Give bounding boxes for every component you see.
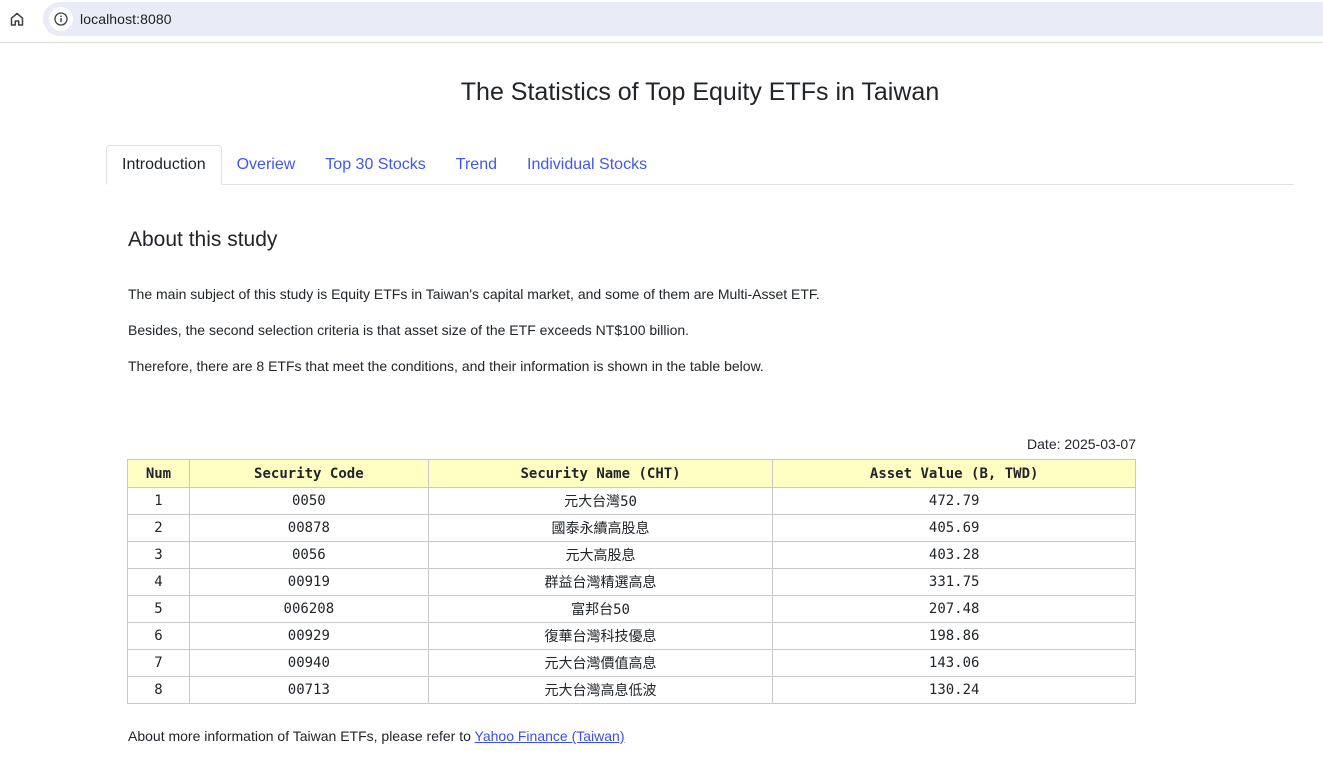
etf-table: Num Security Code Security Name (CHT) As… xyxy=(127,459,1136,704)
cell-code: 00929 xyxy=(188,622,429,650)
tab-individual-stocks[interactable]: Individual Stocks xyxy=(512,145,662,184)
header-security-name: Security Name (CHT) xyxy=(427,459,774,488)
cell-num: 6 xyxy=(127,622,190,650)
header-num: Num xyxy=(127,459,190,488)
table-row: 8 00713 元大台灣高息低波 130.24 xyxy=(127,676,1136,704)
footer-note-text: About more information of Taiwan ETFs, p… xyxy=(128,728,475,744)
cell-value: 143.06 xyxy=(772,649,1136,677)
cell-value: 198.86 xyxy=(772,622,1136,650)
section-heading: About this study xyxy=(128,228,278,251)
cell-name: 元大台灣50 xyxy=(427,487,774,515)
cell-num: 5 xyxy=(127,595,190,623)
home-icon xyxy=(10,12,24,26)
cell-code: 00878 xyxy=(188,514,429,542)
cell-code: 0050 xyxy=(188,487,429,515)
cell-name: 國泰永續高股息 xyxy=(427,514,774,542)
address-bar[interactable]: localhost:8080 xyxy=(43,2,1323,36)
cell-num: 3 xyxy=(127,541,190,569)
cell-num: 8 xyxy=(127,676,190,704)
cell-value: 405.69 xyxy=(772,514,1136,542)
table-row: 1 0050 元大台灣50 472.79 xyxy=(127,487,1136,515)
browser-toolbar: localhost:8080 xyxy=(0,0,1323,43)
tab-introduction[interactable]: Introduction xyxy=(106,145,222,185)
table-date: Date: 2025-03-07 xyxy=(1027,436,1136,452)
tab-trend[interactable]: Trend xyxy=(441,145,512,184)
table-row: 3 0056 元大高股息 403.28 xyxy=(127,541,1136,569)
footer-note: About more information of Taiwan ETFs, p… xyxy=(128,728,624,744)
cell-value: 130.24 xyxy=(772,676,1136,704)
info-icon[interactable] xyxy=(49,7,73,31)
cell-name: 元大台灣價值高息 xyxy=(427,649,774,677)
table-row: 4 00919 群益台灣精選高息 331.75 xyxy=(127,568,1136,596)
table-row: 5 006208 富邦台50 207.48 xyxy=(127,595,1136,623)
yahoo-finance-link[interactable]: Yahoo Finance (Taiwan) xyxy=(475,728,625,744)
cell-name: 群益台灣精選高息 xyxy=(427,568,774,596)
cell-name: 元大高股息 xyxy=(427,541,774,569)
cell-name: 復華台灣科技優息 xyxy=(427,622,774,650)
table-row: 6 00929 復華台灣科技優息 198.86 xyxy=(127,622,1136,650)
intro-paragraph-1: The main subject of this study is Equity… xyxy=(128,286,820,302)
table-header-row: Num Security Code Security Name (CHT) As… xyxy=(127,459,1136,488)
url-text[interactable]: localhost:8080 xyxy=(80,11,172,27)
cell-code: 0056 xyxy=(188,541,429,569)
cell-num: 7 xyxy=(127,649,190,677)
cell-code: 00919 xyxy=(188,568,429,596)
cell-code: 00713 xyxy=(188,676,429,704)
intro-paragraph-3: Therefore, there are 8 ETFs that meet th… xyxy=(128,358,764,374)
cell-code: 00940 xyxy=(188,649,429,677)
cell-name: 元大台灣高息低波 xyxy=(427,676,774,704)
cell-code: 006208 xyxy=(188,595,429,623)
header-security-code: Security Code xyxy=(188,459,429,488)
header-asset-value: Asset Value (B, TWD) xyxy=(772,459,1136,488)
cell-num: 1 xyxy=(127,487,190,515)
cell-num: 4 xyxy=(127,568,190,596)
cell-value: 331.75 xyxy=(772,568,1136,596)
cell-name: 富邦台50 xyxy=(427,595,774,623)
page-title: The Statistics of Top Equity ETFs in Tai… xyxy=(460,78,940,106)
tab-top-30-stocks[interactable]: Top 30 Stocks xyxy=(310,145,441,184)
intro-paragraph-2: Besides, the second selection criteria i… xyxy=(128,322,690,338)
cell-value: 472.79 xyxy=(772,487,1136,515)
home-button[interactable] xyxy=(6,8,28,30)
table-row: 7 00940 元大台灣價值高息 143.06 xyxy=(127,649,1136,677)
tab-bar: Introduction Overiew Top 30 Stocks Trend… xyxy=(106,145,1294,185)
cell-value: 403.28 xyxy=(772,541,1136,569)
tab-overview[interactable]: Overiew xyxy=(222,145,311,184)
table-row: 2 00878 國泰永續高股息 405.69 xyxy=(127,514,1136,542)
cell-value: 207.48 xyxy=(772,595,1136,623)
cell-num: 2 xyxy=(127,514,190,542)
